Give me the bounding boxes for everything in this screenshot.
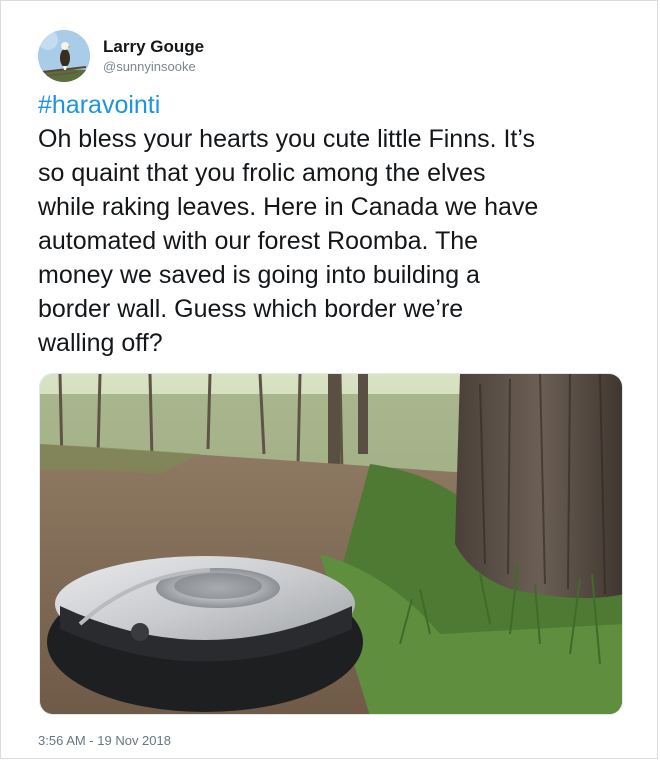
tweet-text: Oh bless your hearts you cute little Fin… — [38, 122, 638, 360]
tweet-text-line: walling off? — [38, 329, 163, 357]
tweet-card: Larry Gouge @sunnyinsooke #haravointi Oh… — [0, 0, 658, 759]
hashtag-link[interactable]: #haravointi — [38, 88, 160, 122]
tweet-timestamp[interactable]: 3:56 AM - 19 Nov 2018 — [38, 732, 171, 750]
eagle-on-branch-icon — [38, 30, 90, 82]
forest-roomba-photo — [40, 374, 622, 714]
tweet-text-line: Oh bless your hearts you cute little Fin… — [38, 125, 535, 153]
tweet-photo[interactable] — [39, 373, 623, 715]
tweet-text-line: while raking leaves. Here in Canada we h… — [38, 193, 539, 221]
tweet-text-line: money we saved is going into building a — [38, 261, 480, 289]
user-handle[interactable]: @sunnyinsooke — [103, 58, 204, 76]
tweet-header: Larry Gouge @sunnyinsooke — [38, 30, 204, 82]
tweet-text-line: border wall. Guess which border we’re — [38, 295, 464, 323]
tweet-text-line: automated with our forest Roomba. The — [38, 227, 479, 255]
tweet-text-line: so quaint that you frolic among the elve… — [38, 159, 486, 187]
display-name[interactable]: Larry Gouge — [103, 37, 204, 57]
tweet-author: Larry Gouge @sunnyinsooke — [103, 37, 204, 76]
avatar[interactable] — [38, 30, 90, 82]
